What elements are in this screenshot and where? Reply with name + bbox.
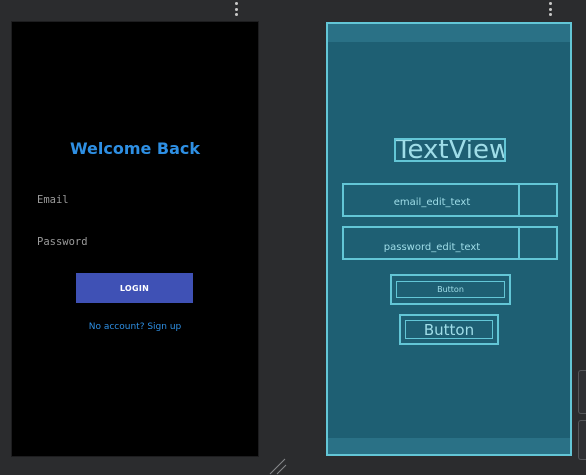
blueprint-preview[interactable]: TextView email_edit_text password_edit_t… xyxy=(326,22,572,456)
blueprint-button-1-label: Button xyxy=(396,281,505,298)
blueprint-password-field[interactable]: password_edit_text xyxy=(342,226,558,260)
blueprint-status-bar xyxy=(328,24,570,42)
blueprint-title-view[interactable]: TextView xyxy=(394,138,506,162)
welcome-title[interactable]: Welcome Back xyxy=(12,139,258,158)
resize-handle-icon[interactable] xyxy=(268,458,288,475)
signup-link[interactable]: No account? Sign up xyxy=(12,322,258,332)
blueprint-more-icon[interactable] xyxy=(548,2,552,16)
email-input[interactable]: Email xyxy=(37,194,69,206)
design-more-icon[interactable] xyxy=(234,2,238,16)
blueprint-button-2[interactable]: Button xyxy=(399,314,499,345)
side-panel-tab-2[interactable] xyxy=(578,420,586,460)
blueprint-button-2-label: Button xyxy=(405,320,493,339)
password-input[interactable]: Password xyxy=(37,236,88,248)
blueprint-email-side xyxy=(518,185,556,215)
blueprint-password-label: password_edit_text xyxy=(383,242,481,253)
design-preview[interactable]: Welcome Back Email Password LOGIN No acc… xyxy=(12,22,258,456)
blueprint-button-1[interactable]: Button xyxy=(390,274,511,305)
login-button[interactable]: LOGIN xyxy=(76,273,193,303)
blueprint-nav-bar xyxy=(328,438,570,454)
blueprint-password-side xyxy=(518,228,556,258)
blueprint-email-field[interactable]: email_edit_text xyxy=(342,183,558,217)
blueprint-email-label: email_edit_text xyxy=(393,197,471,208)
side-panel-tab-1[interactable] xyxy=(578,370,586,414)
